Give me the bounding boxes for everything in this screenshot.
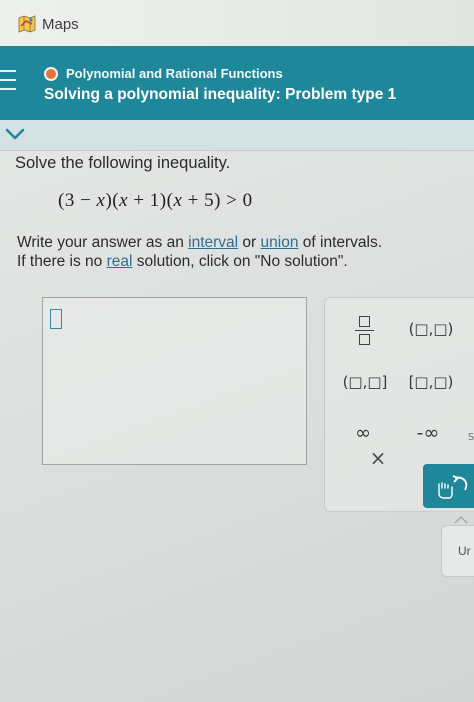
union-link[interactable]: union	[261, 234, 299, 251]
undo-side-button[interactable]: Ur	[441, 525, 474, 577]
negative-infinity-button[interactable]: -∞	[405, 422, 451, 444]
divider	[0, 150, 474, 151]
question-instruction: Solve the following inequality.	[15, 154, 231, 172]
problem-title: Solving a polynomial inequality: Problem…	[44, 86, 397, 103]
infinity-button[interactable]: ∞	[343, 422, 383, 444]
chevron-up-icon	[454, 516, 468, 524]
closed-open-interval-button[interactable]: [□,□)	[403, 373, 459, 391]
answer-instruction-line-1: Write your answer as an interval or unio…	[17, 234, 383, 251]
partial-key-label[interactable]: S	[465, 432, 474, 443]
top-bar: Maps	[0, 0, 474, 46]
math-keypad: (□,□) (□,□] [□,□) ∞ -∞ S ×	[324, 297, 474, 512]
open-interval-button[interactable]: (□,□)	[403, 320, 459, 338]
fraction-icon	[359, 316, 370, 327]
menu-icon[interactable]	[0, 70, 16, 92]
undo-icon	[438, 475, 468, 499]
inequality-expression: (3 − x)(x + 1)(x + 5) > 0	[58, 190, 253, 211]
topic-status-dot	[44, 67, 58, 81]
open-closed-interval-button[interactable]: (□,□]	[337, 373, 393, 391]
undo-side-label: Ur	[458, 544, 471, 558]
chevron-down-icon[interactable]	[4, 124, 26, 144]
input-cursor-box[interactable]	[50, 309, 62, 329]
interval-link[interactable]: interval	[188, 234, 238, 251]
maps-label[interactable]: Maps	[42, 16, 79, 33]
collapse-strip[interactable]	[0, 120, 474, 150]
undo-button[interactable]	[423, 464, 474, 508]
clear-button[interactable]: ×	[363, 446, 393, 470]
fraction-button[interactable]	[347, 312, 383, 346]
answer-instructions: Write your answer as an interval or unio…	[17, 233, 457, 271]
real-link[interactable]: real	[107, 253, 133, 270]
answer-input-box[interactable]	[42, 297, 307, 465]
maps-icon	[18, 15, 36, 33]
answer-instruction-line-2: If there is no real solution, click on "…	[17, 253, 348, 270]
problem-header: Polynomial and Rational Functions Solvin…	[0, 46, 474, 120]
topic-label: Polynomial and Rational Functions	[66, 66, 283, 81]
